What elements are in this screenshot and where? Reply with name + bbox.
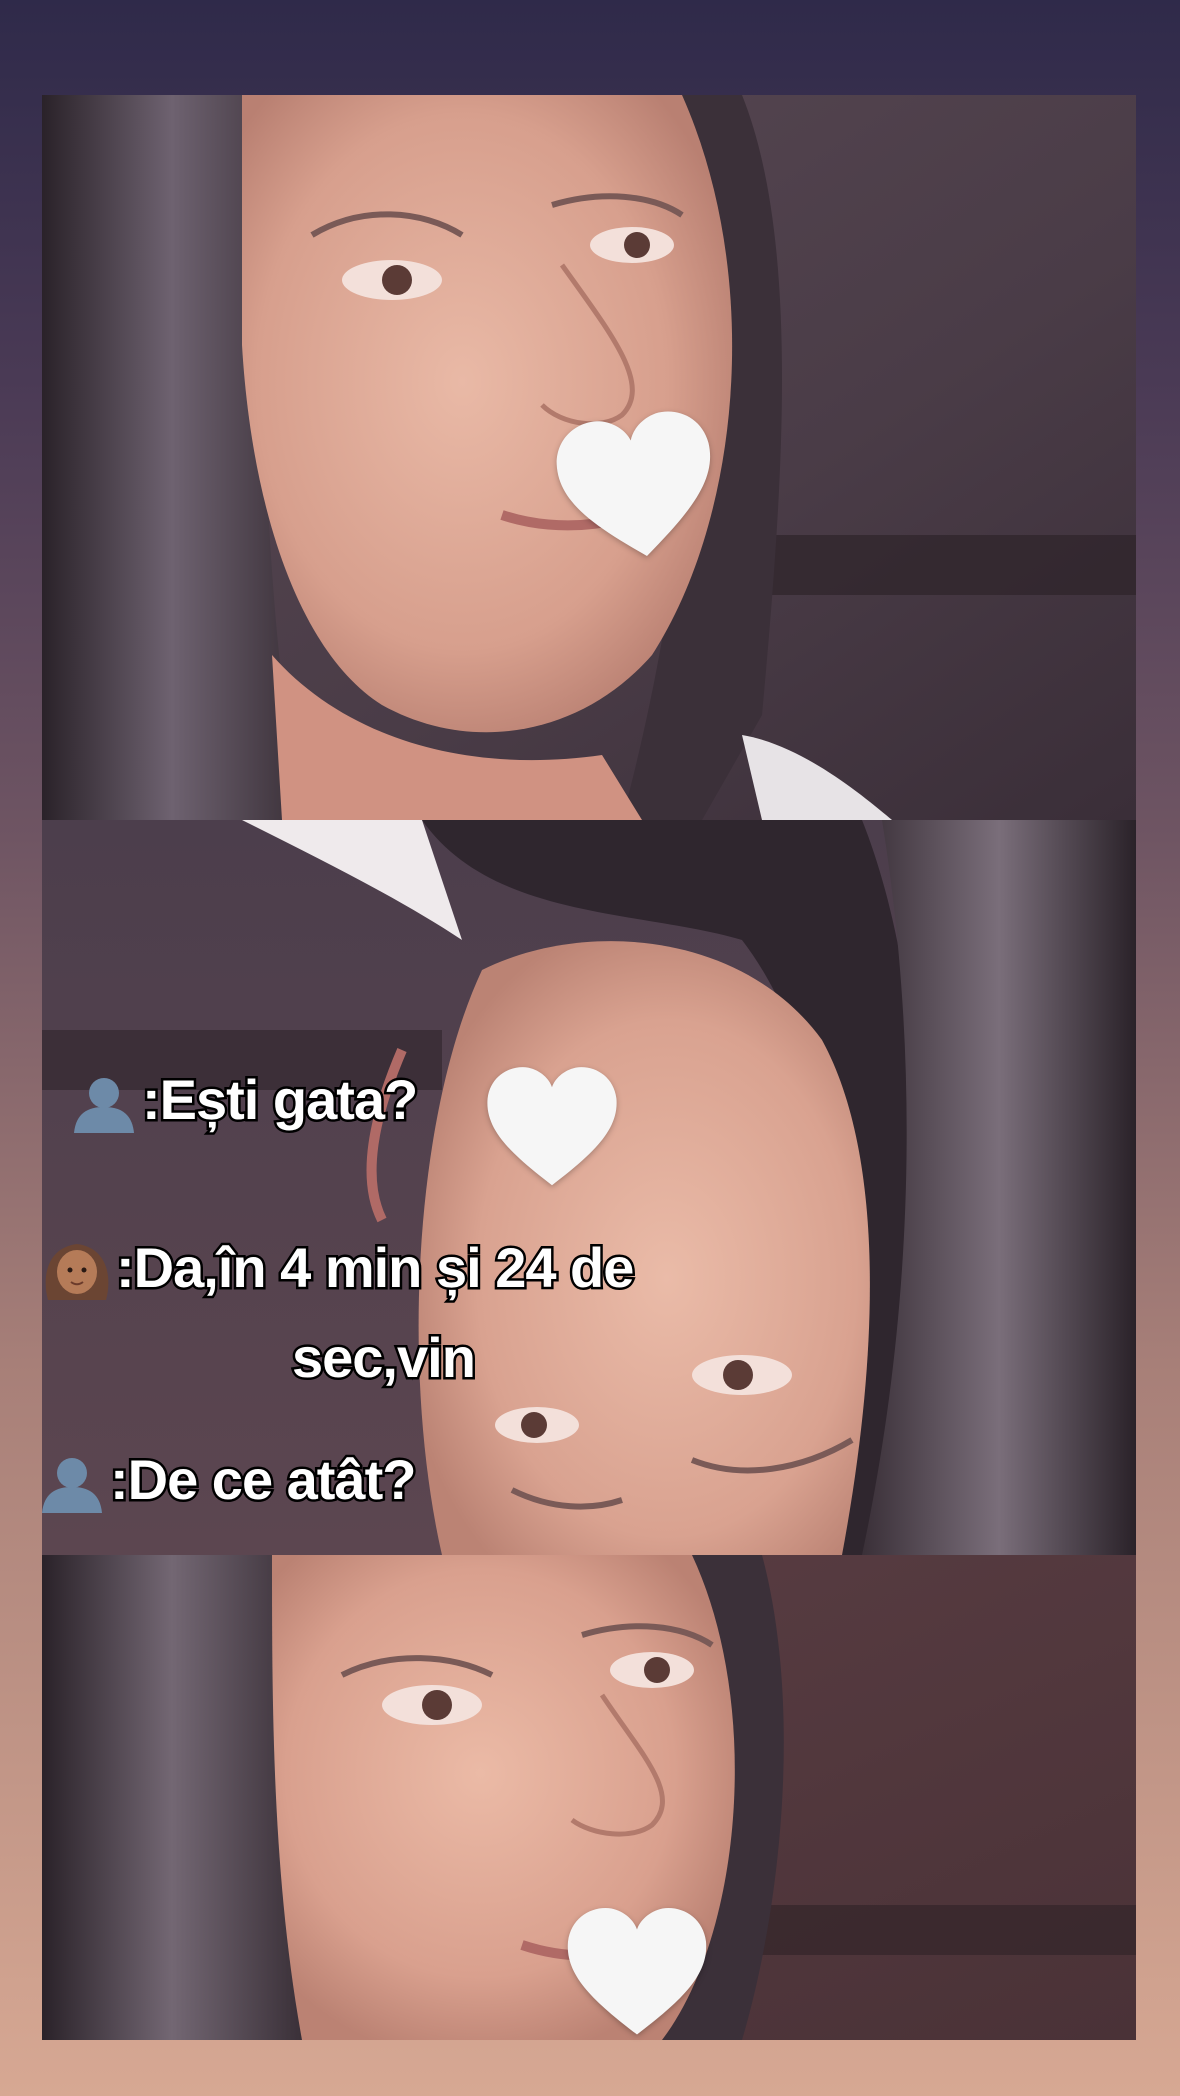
caption-text-2: :Da,în 4 min și 24 de [113, 1235, 636, 1299]
caption-text-2b: sec,vin [290, 1326, 479, 1389]
white-heart-icon [567, 1908, 707, 2035]
bust-in-silhouette-icon [42, 1458, 102, 1514]
woman-medium-skin-icon [45, 1244, 109, 1300]
bust-in-silhouette-icon [74, 1078, 134, 1134]
caption-line-3: :De ce atât? [36, 1449, 419, 1515]
caption-text-1: :Ești gata? [139, 1068, 420, 1131]
caption-line-2: :Da,în 4 min și 24 de [40, 1235, 637, 1306]
caption-line-2-continued: sec,vin [290, 1327, 479, 1388]
story-canvas: { "captions": { "line1": ":Ești gata?", … [0, 0, 1180, 2096]
caption-text-3: :De ce atât? [107, 1448, 418, 1511]
white-heart-icon [556, 411, 710, 556]
white-heart-icon [487, 1067, 617, 1186]
caption-line-1: :Ești gata? [68, 1069, 421, 1135]
